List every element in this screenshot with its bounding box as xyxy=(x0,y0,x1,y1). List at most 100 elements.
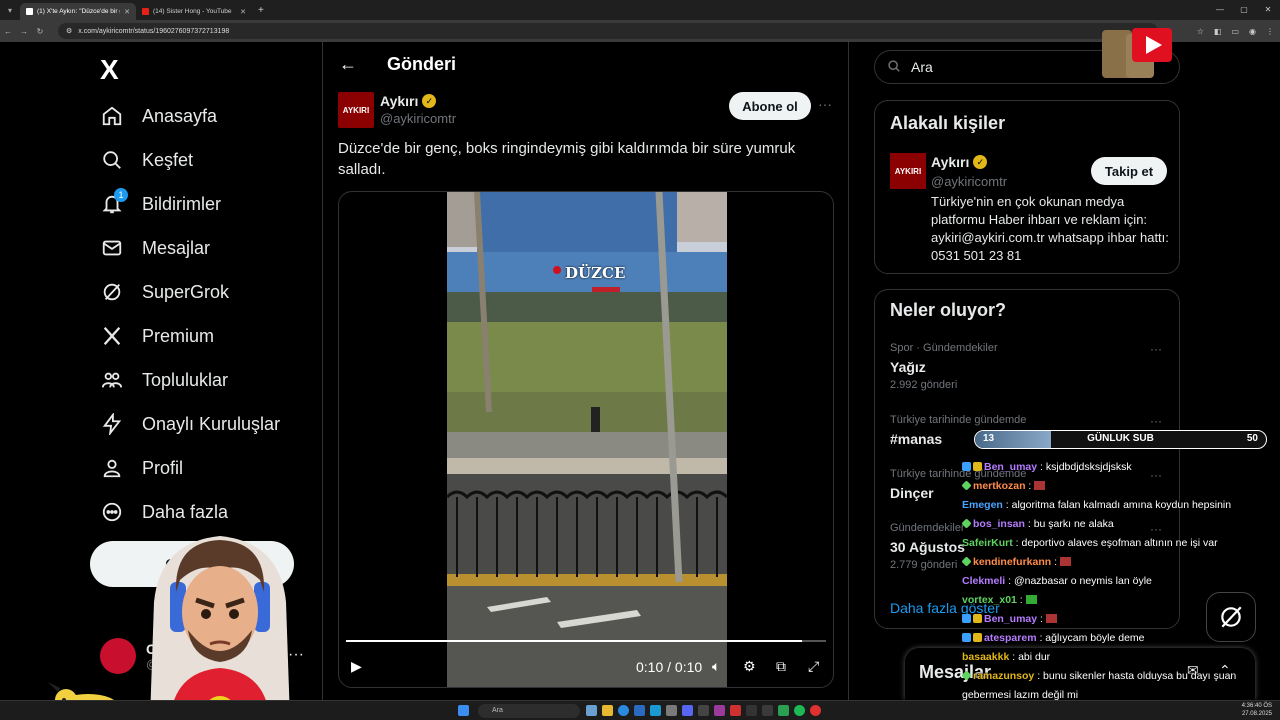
tab-search-icon[interactable]: ▾ xyxy=(0,0,20,20)
subscribe-button[interactable]: Abone ol xyxy=(729,92,811,120)
related-avatar[interactable]: AYKIRI xyxy=(890,153,926,189)
related-handle[interactable]: @aykiricomtr xyxy=(931,174,1007,189)
chat-username[interactable]: atesparem xyxy=(984,632,1037,644)
chat-badge-icon xyxy=(962,480,972,491)
post-author-name[interactable]: Aykırı ✓ xyxy=(380,93,437,109)
chat-emote-icon xyxy=(1059,557,1071,566)
volume-icon[interactable]: 🔈︎ xyxy=(712,658,720,675)
nav-label: Topluluklar xyxy=(142,369,229,390)
minimize-icon[interactable]: — xyxy=(1208,0,1232,20)
taskbar-search[interactable]: Ara xyxy=(478,704,580,718)
chat-username[interactable]: ramazunsoy xyxy=(973,670,1034,682)
app-icon[interactable] xyxy=(730,705,741,716)
video-frame[interactable]: DÜZCE xyxy=(447,192,727,687)
related-name[interactable]: Aykırı ✓ xyxy=(931,154,988,170)
chat-separator: : xyxy=(1005,575,1014,587)
edge-icon[interactable] xyxy=(634,705,645,716)
nav-messages[interactable]: Mesajlar xyxy=(100,233,210,263)
post-more-icon[interactable]: ··· xyxy=(818,96,832,112)
taskbar-clock[interactable]: 4:36:40 ÖS 27.08.2025 xyxy=(1242,702,1272,718)
sidebar-icon[interactable]: ▭ xyxy=(1231,27,1239,36)
tab-x-post[interactable]: (1) X'te Aykırı: "Düzce'de bir genç ✕ xyxy=(20,3,136,20)
post-video[interactable]: DÜZCE ▶ 0:10 / 0:10 🔈︎ ⚙ ⧉ ⤢ xyxy=(338,191,834,688)
chat-badge-icon xyxy=(962,614,971,623)
spotify-icon[interactable] xyxy=(794,705,805,716)
chat-username[interactable]: bos_insan xyxy=(973,518,1025,530)
forward-icon[interactable]: → xyxy=(16,27,32,36)
trend-name[interactable]: Dinçer xyxy=(890,485,934,501)
url-field[interactable]: ⚙ x.com/aykiricomtr/status/1960276097372… xyxy=(58,23,1158,39)
new-tab-button[interactable]: + xyxy=(252,5,270,16)
post-author-handle[interactable]: @aykiricomtr xyxy=(380,111,456,126)
chat-username[interactable]: Emegen xyxy=(962,499,1003,511)
close-tab-icon[interactable]: ✕ xyxy=(124,8,130,16)
lightning-icon xyxy=(100,412,124,436)
trend-name[interactable]: 30 Ağustos xyxy=(890,539,965,555)
play-icon[interactable]: ▶ xyxy=(351,658,362,675)
nav-premium[interactable]: Premium xyxy=(100,321,214,351)
site-info-icon[interactable]: ⚙ xyxy=(66,27,72,35)
trend-name[interactable]: Yağız xyxy=(890,359,926,375)
x-logo[interactable]: X xyxy=(100,54,119,86)
tab-youtube[interactable]: (14) Sister Hong - YouTube ✕ xyxy=(136,3,252,20)
chat-username[interactable]: mertkozan xyxy=(973,480,1026,492)
nav-notifications[interactable]: 1 Bildirimler xyxy=(100,188,221,219)
file-explorer-icon[interactable] xyxy=(602,705,613,716)
chrome-icon[interactable] xyxy=(618,705,629,716)
app-icon[interactable] xyxy=(778,705,789,716)
chat-username[interactable]: Clekmeli xyxy=(962,575,1005,587)
chat-emote-icon xyxy=(1034,481,1046,490)
discord-icon[interactable] xyxy=(682,705,693,716)
close-tab-icon[interactable]: ✕ xyxy=(240,8,246,16)
nav-communities[interactable]: Topluluklar xyxy=(100,365,228,395)
app-icon[interactable] xyxy=(810,705,821,716)
chat-username[interactable]: vortex_x01 xyxy=(962,594,1017,606)
app-icon[interactable] xyxy=(762,705,773,716)
nav-label: Mesajlar xyxy=(142,237,211,258)
nav-verified-orgs[interactable]: Onaylı Kuruluşlar xyxy=(100,409,280,439)
settings-gear-icon[interactable]: ⚙ xyxy=(743,658,756,675)
chat-separator: : xyxy=(1002,499,1012,511)
trend-more-icon[interactable]: ··· xyxy=(1150,342,1162,356)
back-icon[interactable]: ← xyxy=(0,27,16,36)
trend-name[interactable]: #manas xyxy=(890,431,942,447)
store-icon[interactable] xyxy=(650,705,661,716)
stream-chat: Ben_umay : ksjdbdjdsksjdjsksk mertkozan :… xyxy=(962,458,1262,705)
app-icon[interactable] xyxy=(666,705,677,716)
nav-profile[interactable]: Profil xyxy=(100,453,183,483)
chat-username[interactable]: SafeirKurt xyxy=(962,537,1013,549)
nav-label: Premium xyxy=(142,325,215,346)
post-avatar[interactable]: AYKIRI xyxy=(338,92,374,128)
reload-icon[interactable]: ↻ xyxy=(32,27,48,36)
start-icon[interactable] xyxy=(458,705,469,716)
bookmark-star-icon[interactable]: ☆ xyxy=(1197,27,1204,36)
browser-menu-icon[interactable]: ⋮ xyxy=(1266,27,1274,36)
nav-supergrok[interactable]: SuperGrok xyxy=(100,277,229,307)
nav-home[interactable]: Anasayfa xyxy=(100,101,217,131)
back-arrow-icon[interactable]: ← xyxy=(339,54,357,75)
chat-message: Emegen : algoritma falan kalmadı amına k… xyxy=(962,496,1262,515)
chat-username[interactable]: Ben_umay xyxy=(984,613,1037,625)
chat-text: ksjdbdjdsksjdjsksk xyxy=(1045,461,1132,473)
video-progress-bar[interactable] xyxy=(346,640,826,642)
pip-icon[interactable]: ⧉ xyxy=(776,658,786,675)
chat-username[interactable]: kendinefurkann xyxy=(973,556,1051,568)
app-icon[interactable] xyxy=(714,705,725,716)
fullscreen-icon[interactable]: ⤢ xyxy=(808,658,819,675)
trend-more-icon[interactable]: ··· xyxy=(1150,414,1162,428)
extensions-icon[interactable]: ◧ xyxy=(1214,27,1222,36)
maximize-icon[interactable]: ▢ xyxy=(1232,0,1256,20)
chat-username[interactable]: Ben_umay xyxy=(984,461,1037,473)
chat-text: ağlıycam böyle deme xyxy=(1045,632,1145,644)
nav-explore[interactable]: Keşfet xyxy=(100,145,193,175)
obs-icon[interactable] xyxy=(746,705,757,716)
app-icon[interactable] xyxy=(698,705,709,716)
chat-username[interactable]: basaakkk xyxy=(962,651,1009,663)
video-time: 0:10 / 0:10 xyxy=(636,659,703,675)
panel-title: Neler oluyor? xyxy=(890,300,1007,320)
chat-emote-icon xyxy=(1045,614,1057,623)
close-window-icon[interactable]: ✕ xyxy=(1256,0,1280,20)
widgets-icon[interactable] xyxy=(586,705,597,716)
profile-icon[interactable]: ◉ xyxy=(1249,27,1256,36)
follow-button[interactable]: Takip et xyxy=(1091,157,1167,185)
